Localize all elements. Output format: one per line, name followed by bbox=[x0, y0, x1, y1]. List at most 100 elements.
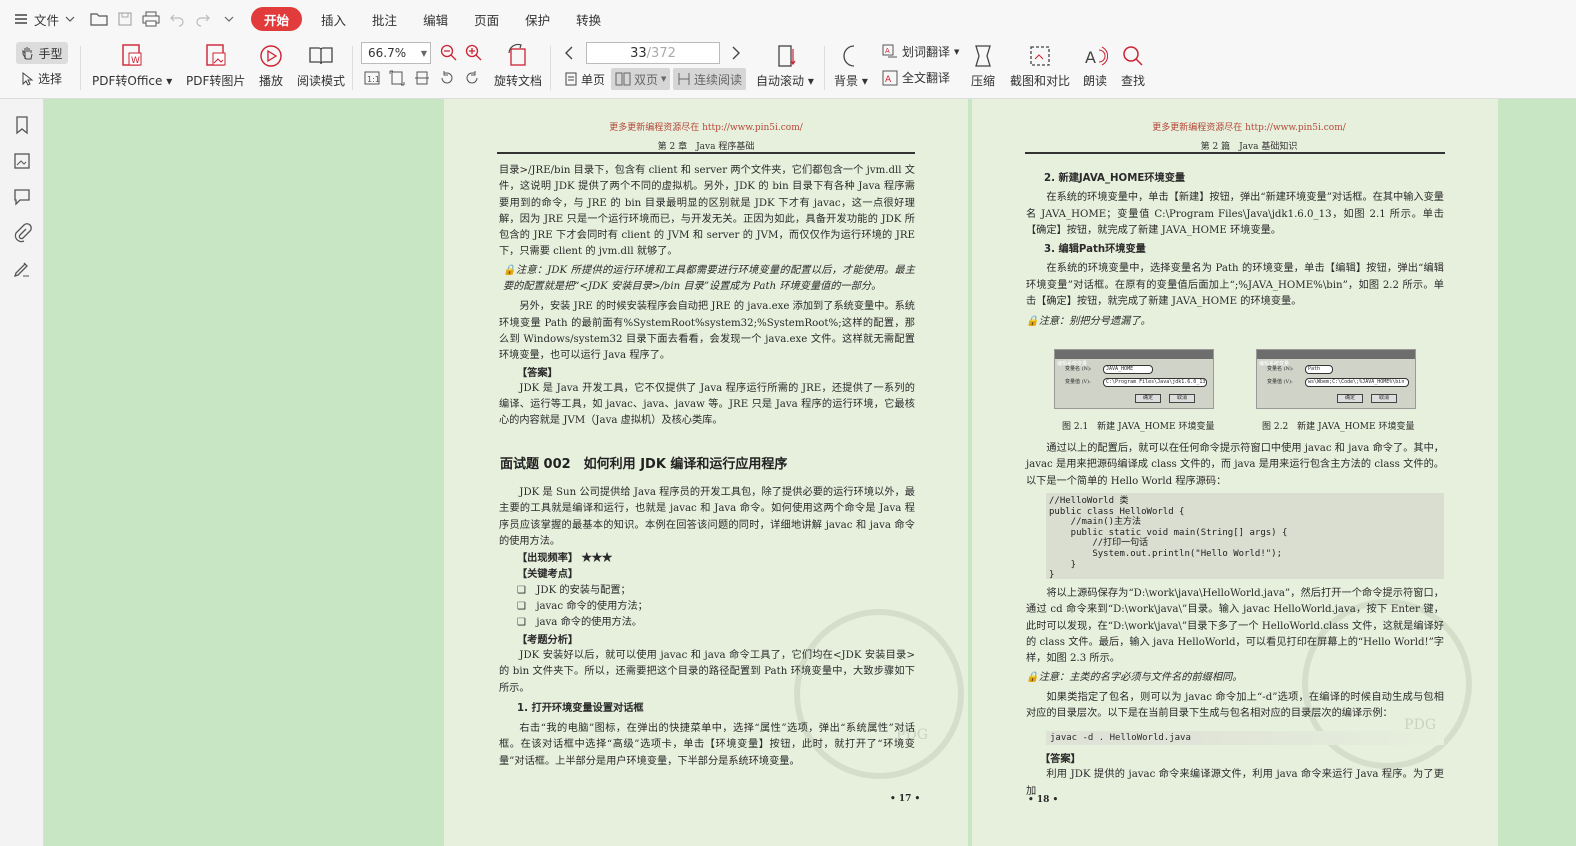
section-title: 面试题 002 如何利用 JDK 编译和运行应用程序 bbox=[500, 457, 788, 472]
document-page-right: 更多更新编程资源尽在 http://www.pin5i.com/ 第 2 篇 J… bbox=[972, 99, 1498, 846]
body-text-block: 【答案】 利用 JDK 提供的 javac 命令来编译源文件，利用 java 命… bbox=[1026, 751, 1444, 800]
read-aloud-label: 朗读 bbox=[1082, 74, 1107, 88]
pdf-to-office-button[interactable]: W PDF转Office ▾ bbox=[92, 43, 172, 89]
list-item: ❑ JDK 的安装与配置； bbox=[517, 584, 631, 596]
paragraph: JDK 是 Java 开发工具，它不仅提供了 Java 程序运行所需的 JRE，… bbox=[499, 382, 915, 427]
page-header-url: 更多更新编程资源尽在 http://www.pin5i.com/ bbox=[609, 123, 803, 133]
file-menu[interactable]: 文件 bbox=[0, 6, 83, 32]
find-label: 查找 bbox=[1120, 74, 1145, 88]
pdf-to-image-button[interactable]: PDF转图片 bbox=[186, 43, 245, 89]
fit-width-icon[interactable] bbox=[414, 70, 430, 86]
tab-annotate[interactable]: 批注 bbox=[359, 7, 410, 31]
compress-label: 压缩 bbox=[970, 74, 995, 88]
note-paragraph: 🔒注意：主类的名字必须与文件名的前缀相同。 bbox=[1026, 672, 1243, 684]
code-line: javac -d . HelloWorld.java bbox=[1046, 731, 1444, 745]
customize-dropdown-icon[interactable] bbox=[219, 9, 239, 29]
step-heading: 3. 编辑Path环境变量 bbox=[1044, 244, 1146, 256]
print-icon[interactable] bbox=[141, 9, 161, 29]
variable-value-field: ws\Wbem;C:\Code\;%JAVA_HOME%\bin bbox=[1305, 378, 1409, 387]
page-header-chapter: 第 2 章 Java 程序基础 bbox=[657, 142, 755, 152]
total-pages: /372 bbox=[646, 45, 676, 61]
variable-value-field: C:\Program Files\Java\jdk1.6.0_13 bbox=[1103, 378, 1207, 387]
single-page-icon bbox=[565, 72, 577, 86]
comment-icon[interactable] bbox=[12, 187, 32, 207]
ribbon-toolbar: 手型 选择 W PDF转Office ▾ PDF转图片 播放 阅读模式 66.7… bbox=[0, 38, 1576, 99]
play-label: 播放 bbox=[258, 74, 283, 88]
menu-bar: 文件 开始 插入 批注 编辑 页面 保护 转换 bbox=[0, 0, 1576, 38]
document-page-left: 更多更新编程资源尽在 http://www.pin5i.com/ 第 2 章 J… bbox=[444, 99, 968, 846]
zoom-in-icon[interactable] bbox=[465, 44, 483, 62]
single-page-label: 单页 bbox=[581, 72, 606, 87]
variable-name-field: Path bbox=[1305, 365, 1333, 374]
attachment-icon[interactable] bbox=[12, 223, 32, 243]
double-page-icon bbox=[615, 72, 631, 86]
rotate-document-icon bbox=[508, 43, 526, 66]
compress-button[interactable]: 压缩 bbox=[970, 43, 996, 89]
zoom-select[interactable]: 66.7% ▼ bbox=[361, 42, 431, 64]
pdf-to-word-icon: W bbox=[122, 44, 142, 66]
auto-scroll-button[interactable]: 自动滚动 ▾ bbox=[756, 43, 814, 89]
previous-page-icon[interactable] bbox=[563, 45, 575, 61]
body-text-block: 将以上源码保存为“D:\work\java\HelloWorld.java”，然… bbox=[1026, 586, 1444, 722]
cancel-button: 取消 bbox=[1169, 394, 1195, 403]
background-label: 背景 ▾ bbox=[834, 74, 868, 88]
page-number-input[interactable]: 33/372 bbox=[586, 42, 720, 64]
ok-button: 确定 bbox=[1337, 394, 1363, 403]
tab-insert[interactable]: 插入 bbox=[308, 7, 359, 31]
select-tool-button[interactable]: 选择 bbox=[22, 70, 62, 87]
continuous-reading-button[interactable]: 连续阅读 bbox=[673, 68, 747, 90]
double-page-button[interactable]: 双页 ▼ bbox=[611, 68, 671, 90]
zoom-out-icon[interactable] bbox=[440, 44, 458, 62]
signature-icon[interactable] bbox=[12, 259, 32, 279]
find-button[interactable]: 查找 bbox=[1120, 43, 1146, 89]
rotate-document-button[interactable]: 旋转文档 bbox=[494, 43, 542, 89]
word-translate-label: 划词翻译 bbox=[902, 45, 951, 59]
word-translate-button[interactable]: A 划词翻译 ▼ bbox=[882, 43, 959, 60]
search-icon bbox=[1123, 46, 1143, 66]
current-page: 33 bbox=[630, 45, 647, 61]
tab-convert[interactable]: 转换 bbox=[563, 7, 614, 31]
note-paragraph: 🔒注意：别把分号遗漏了。 bbox=[1026, 316, 1151, 328]
body-text-block: JDK 是 Sun 公司提供给 Java 程序员的开发工具包，除了提供必要的运行… bbox=[499, 485, 915, 770]
body-text-block: 2. 新建JAVA_HOME环境变量 在系统的环境变量中，单击【新建】按钮，弹出… bbox=[1026, 171, 1444, 331]
variable-name-label: 变量名 (N): bbox=[1267, 366, 1294, 372]
bookmark-icon[interactable] bbox=[12, 115, 32, 135]
thumbnail-icon[interactable] bbox=[12, 151, 32, 171]
figure-caption: 图 2.2 新建 JAVA_HOME 环境变量 bbox=[1262, 422, 1415, 432]
lock-icon: 🔒 bbox=[503, 264, 516, 276]
cancel-button: 取消 bbox=[1371, 394, 1397, 403]
page-header-chapter: 第 2 篇 Java 基础知识 bbox=[1200, 142, 1298, 152]
rotate-right-icon[interactable] bbox=[464, 70, 480, 86]
full-translate-button[interactable]: A 全文翻译 bbox=[882, 69, 950, 86]
fit-page-icon[interactable] bbox=[389, 70, 405, 86]
continuous-reading-label: 连续阅读 bbox=[694, 72, 743, 87]
open-folder-icon[interactable] bbox=[89, 9, 109, 29]
svg-text:A: A bbox=[1085, 48, 1096, 67]
next-page-icon[interactable] bbox=[730, 45, 742, 61]
actual-size-icon[interactable]: 1:1 bbox=[364, 70, 380, 86]
variable-value-label: 变量值 (V): bbox=[1267, 379, 1293, 385]
frequency-label: 【出现频率】 ★★★ bbox=[517, 552, 613, 565]
pdf-to-image-icon bbox=[205, 44, 226, 66]
paragraph: 在系统的环境变量中，单击【新建】按钮，弹出“新建环境变量”对话框。在其中输入变量… bbox=[1026, 192, 1444, 236]
redo-icon[interactable] bbox=[193, 9, 213, 29]
cursor-arrow-icon bbox=[22, 71, 34, 86]
full-translate-icon: A bbox=[882, 70, 898, 85]
single-page-button[interactable]: 单页 bbox=[560, 68, 609, 90]
play-button[interactable]: 播放 bbox=[258, 43, 284, 89]
read-mode-button[interactable]: 阅读模式 bbox=[297, 43, 345, 89]
screenshot-compare-button[interactable]: 截图和对比 bbox=[1010, 43, 1070, 89]
tab-start[interactable]: 开始 bbox=[251, 7, 303, 31]
tab-page[interactable]: 页面 bbox=[461, 7, 512, 31]
background-button[interactable]: 背景 ▾ bbox=[834, 43, 868, 89]
read-aloud-button[interactable]: A 朗读 bbox=[1082, 43, 1108, 89]
moon-icon bbox=[843, 45, 854, 67]
rotate-left-icon[interactable] bbox=[439, 70, 455, 86]
tab-edit[interactable]: 编辑 bbox=[410, 7, 461, 31]
save-icon[interactable] bbox=[115, 9, 135, 29]
hand-tool-button[interactable]: 手型 bbox=[16, 42, 68, 64]
tab-protect[interactable]: 保护 bbox=[512, 7, 563, 31]
svg-text:A: A bbox=[885, 75, 892, 85]
undo-icon[interactable] bbox=[167, 9, 187, 29]
chevron-down-icon: ▼ bbox=[954, 47, 960, 56]
